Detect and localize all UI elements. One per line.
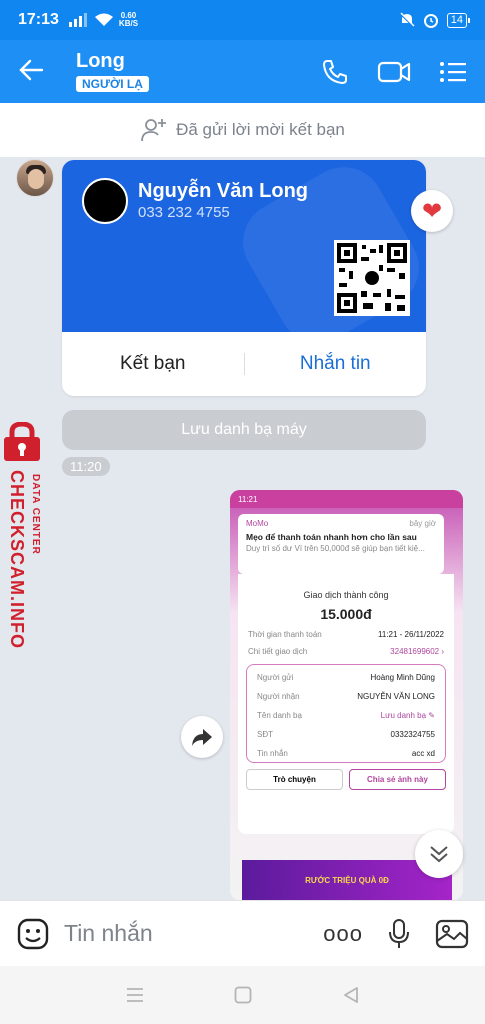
status-bar: 17:13 0.60 KB/S 14 — [0, 0, 485, 40]
card-phone: 033 232 4755 — [138, 204, 230, 221]
card-name: Nguyễn Văn Long — [138, 180, 308, 202]
system-nav-bar — [0, 966, 485, 1024]
status-time: 17:13 — [18, 11, 59, 28]
home-icon[interactable] — [234, 986, 252, 1004]
alarm-icon — [423, 14, 438, 28]
momo-notification: MoMo bây giờ Mẹo để thanh toán nhanh hơn … — [238, 514, 444, 574]
more-options-icon[interactable]: ooo — [323, 921, 363, 947]
send-message-button[interactable]: Nhắn tin — [245, 353, 427, 375]
message-input[interactable]: Tin nhắn — [64, 920, 153, 947]
back-nav-icon[interactable] — [342, 986, 360, 1004]
watermark-line2: CHECKSCAM.INFO — [7, 470, 27, 649]
forward-button[interactable] — [181, 716, 223, 758]
qr-code-icon — [334, 240, 410, 316]
battery-indicator: 14 — [446, 12, 471, 28]
scroll-down-button[interactable] — [415, 830, 463, 878]
contact-card[interactable]: Nguyễn Văn Long 033 232 4755 Kết bạn Nhắ… — [62, 160, 426, 396]
forward-arrow-icon — [192, 729, 212, 746]
recent-apps-icon[interactable] — [126, 987, 144, 1003]
transaction-receipt: Giao dịch thành công 15.000đ Thời gian t… — [238, 574, 454, 834]
stranger-badge: NGƯỜI LẠ — [76, 76, 149, 92]
watermark: DATA CENTER CHECKSCAM.INFO — [2, 422, 50, 662]
sender-avatar[interactable] — [16, 159, 54, 197]
sticker-icon[interactable] — [16, 917, 50, 951]
signal-icon — [68, 13, 87, 27]
phone-call-icon[interactable] — [321, 58, 349, 86]
menu-list-icon[interactable] — [439, 60, 467, 84]
friend-request-text: Đã gửi lời mời kết bạn — [176, 120, 345, 139]
save-contact-button[interactable]: Lưu danh bạ máy — [62, 410, 426, 450]
add-user-icon — [141, 119, 167, 142]
back-button[interactable] — [18, 58, 58, 86]
message-timestamp: 11:20 — [62, 457, 110, 476]
mute-icon — [399, 12, 415, 28]
photo-status-bar: 11:21 — [230, 490, 463, 508]
image-gallery-icon[interactable] — [435, 919, 469, 949]
wifi-icon — [94, 13, 113, 26]
message-input-bar: Tin nhắn ooo — [0, 900, 485, 966]
friend-request-banner: Đã gửi lời mời kết bạn — [0, 103, 485, 157]
heart-reaction-icon[interactable]: ❤ — [411, 190, 453, 232]
contact-name[interactable]: Long — [76, 50, 149, 72]
double-chevron-down-icon — [430, 846, 448, 863]
network-speed: 0.60 KB/S — [118, 11, 139, 28]
chat-header: Long NGƯỜI LẠ — [0, 40, 485, 103]
watermark-line1: DATA CENTER — [30, 474, 41, 555]
lock-icon — [4, 422, 40, 461]
microphone-icon[interactable] — [387, 918, 411, 950]
video-call-icon[interactable] — [377, 59, 411, 85]
add-friend-button[interactable]: Kết bạn — [62, 353, 245, 375]
arrow-left-icon — [19, 59, 44, 80]
card-avatar — [82, 178, 128, 224]
